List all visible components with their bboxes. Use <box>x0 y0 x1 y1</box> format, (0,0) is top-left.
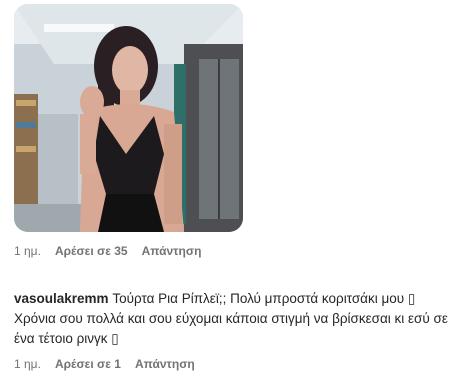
comment-body: vasoulakremm Τούρτα Ρια Ρίπλεϊ;; Πολύ μπ… <box>14 289 454 349</box>
wrestler-photo <box>14 4 243 232</box>
likes-count-button[interactable]: Αρέσει σε 35 <box>55 244 128 258</box>
reply-button[interactable]: Απάντηση <box>135 357 195 371</box>
comment-time: 1 ημ. <box>14 357 41 371</box>
likes-count-button[interactable]: Αρέσει σε 1 <box>55 357 121 371</box>
comment-username[interactable]: vasoulakremm <box>14 291 109 306</box>
comment-time: 1 ημ. <box>14 244 41 258</box>
comment-meta-row: 1 ημ. Αρέσει σε 1 Απάντηση <box>14 357 195 371</box>
reply-meta-row: 1 ημ. Αρέσει σε 35 Απάντηση <box>14 244 201 258</box>
reply-button[interactable]: Απάντηση <box>142 244 202 258</box>
comment-image[interactable] <box>14 4 243 232</box>
